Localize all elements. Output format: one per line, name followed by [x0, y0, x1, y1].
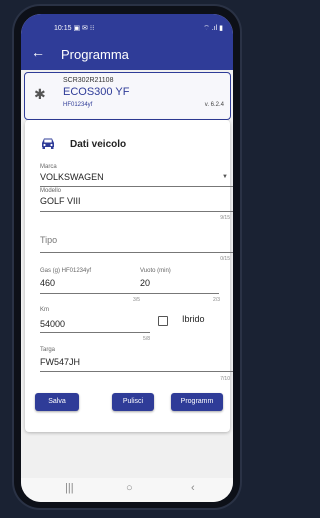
model-underline [40, 211, 233, 212]
car-icon [42, 138, 54, 149]
gas-counter: 3/5 [133, 297, 140, 303]
device-code: HF01234yf [63, 102, 93, 108]
home-icon[interactable]: ○ [126, 482, 133, 494]
card-title: Dati veicolo [70, 139, 127, 150]
recent-apps-icon[interactable]: ||| [65, 482, 74, 494]
make-underline [40, 186, 233, 187]
km-counter: 5/8 [143, 336, 150, 342]
phone-screen: 10:15 ▣ ✉ ⁝⁝ ⌔ .ıl ▮ ← Programma ✱ SCR30… [21, 14, 233, 502]
plate-underline [40, 371, 233, 372]
type-underline [40, 252, 233, 253]
dropdown-arrow-icon: ▼ [222, 174, 228, 180]
model-label: Modello [40, 188, 62, 194]
device-info-card[interactable]: ✱ SCR302R21108 ECOS300 YF HF01234yf v. 6… [24, 72, 231, 120]
plate-label: Targa [40, 347, 56, 353]
gas-underline [40, 293, 140, 294]
vacuum-counter: 2/3 [213, 297, 220, 303]
status-time: 10:15 ▣ ✉ ⁝⁝ [54, 25, 95, 32]
plate-value: FW547JH [40, 357, 81, 367]
status-bar: 10:15 ▣ ✉ ⁝⁝ ⌔ .ıl ▮ [21, 14, 233, 38]
device-version: v. 6.2.4 [204, 102, 224, 108]
type-counter: 0/15 [220, 256, 230, 262]
model-counter: 9/15 [220, 215, 230, 221]
gas-value: 460 [40, 278, 56, 288]
status-system-icons: ⌔ .ıl ▮ [203, 25, 223, 32]
make-label: Marca [40, 164, 57, 170]
type-placeholder: Tipo [40, 235, 58, 245]
back-arrow-icon[interactable]: ← [31, 44, 45, 60]
km-underline [40, 332, 150, 333]
hybrid-checkbox[interactable] [158, 316, 168, 326]
app-bar: ← Programma [21, 38, 233, 70]
system-nav-bar: ||| ○ ‹ [21, 478, 233, 502]
bluetooth-icon: ✱ [34, 86, 46, 102]
make-value: VOLKSWAGEN [40, 172, 104, 182]
vacuum-underline [140, 293, 219, 294]
program-button[interactable]: Programm [171, 393, 223, 411]
device-serial: SCR302R21108 [63, 77, 114, 84]
gas-label: Gas (g) HF01234yf [40, 268, 92, 274]
model-value: GOLF VIII [40, 196, 81, 206]
vacuum-value: 20 [140, 278, 151, 288]
km-value: 54000 [40, 319, 66, 329]
nav-back-icon[interactable]: ‹ [191, 482, 195, 494]
page-title: Programma [61, 47, 129, 62]
device-name: ECOS300 YF [63, 86, 130, 98]
save-button[interactable]: Salva [35, 393, 79, 411]
km-label: Km [40, 307, 49, 313]
plate-counter: 7/10 [220, 376, 230, 382]
hybrid-label: Ibrido [182, 314, 205, 324]
clear-button[interactable]: Pulisci [112, 393, 154, 411]
vehicle-data-card: Dati veicolo Marca VOLKSWAGEN ▼ Modello … [25, 120, 233, 432]
vacuum-label: Vuoto (min) [140, 268, 171, 274]
